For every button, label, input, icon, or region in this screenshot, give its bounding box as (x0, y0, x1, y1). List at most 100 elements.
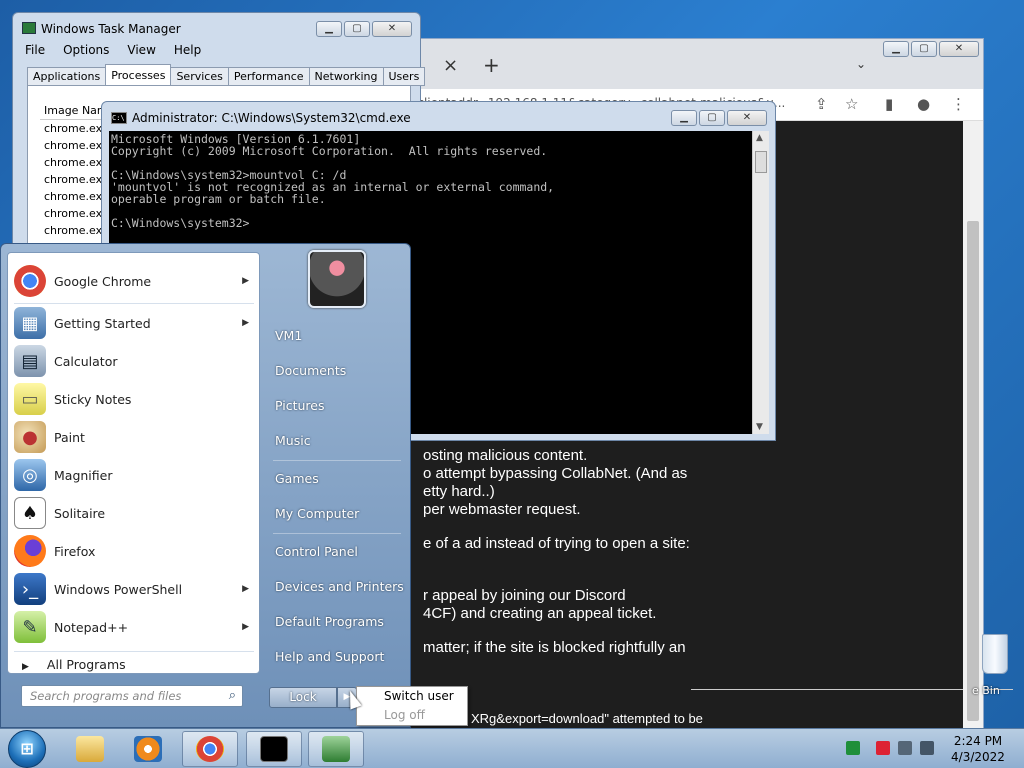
power-options-menu: Switch user Log off (356, 686, 468, 726)
scroll-up-icon[interactable]: ▲ (756, 133, 763, 143)
user-avatar[interactable] (308, 250, 366, 308)
cmd-maximize-button[interactable]: ▢ (699, 110, 725, 126)
task-manager-menu: File Options View Help (25, 43, 201, 57)
new-tab-button[interactable]: + (483, 53, 500, 77)
program-notepad-plus-plus[interactable]: ✎ Notepad++ ▶ (8, 609, 261, 645)
program-calculator[interactable]: ▤ Calculator (8, 343, 261, 379)
music-link[interactable]: Music (275, 433, 311, 448)
cmd-minimize-button[interactable]: ▁ (671, 110, 697, 126)
log-off-item[interactable]: Log off (384, 708, 425, 722)
taskbar-explorer-button[interactable] (62, 731, 118, 767)
program-paint[interactable]: ● Paint (8, 419, 261, 455)
scrollbar-thumb[interactable] (755, 151, 767, 173)
lock-button[interactable]: Lock (269, 687, 337, 708)
system-tray: 2:24 PM 4/3/2022 (818, 729, 1018, 768)
tm-minimize-button[interactable]: ▁ (316, 21, 342, 37)
content-line: 4CF) and creating an appeal ticket. (423, 605, 657, 622)
tm-close-button[interactable]: ✕ (372, 21, 412, 37)
submenu-arrow-icon: ▶ (242, 584, 249, 594)
scroll-down-icon[interactable]: ▼ (756, 422, 763, 432)
program-solitaire[interactable]: ♠ Solitaire (8, 495, 261, 531)
search-icon[interactable]: ⌕ (229, 688, 236, 703)
media-player-icon (134, 736, 162, 762)
tray-flag-icon[interactable] (876, 741, 890, 755)
start-button[interactable]: ⊞ (8, 730, 46, 768)
program-google-chrome[interactable]: Google Chrome ▶ (8, 263, 261, 299)
content-line: XRg&export=download" attempted to be (471, 711, 703, 726)
recycle-bin[interactable]: e Bin (972, 632, 1024, 697)
chrome-minimize-button[interactable]: ▁ (883, 41, 909, 57)
program-firefox[interactable]: Firefox (8, 533, 261, 569)
tab-search-chevron-icon[interactable]: ⌄ (856, 57, 866, 71)
programs-pane: Google Chrome ▶ ▦ Getting Started ▶ ▤ Ca… (7, 252, 260, 674)
calculator-icon: ▤ (14, 345, 46, 377)
program-magnifier[interactable]: ◎ Magnifier (8, 457, 261, 493)
start-menu: Google Chrome ▶ ▦ Getting Started ▶ ▤ Ca… (0, 243, 411, 728)
task-manager-controls: ▁ ▢ ✕ (316, 21, 412, 37)
switch-user-item[interactable]: Switch user (384, 689, 454, 703)
program-sticky-notes[interactable]: ▭ Sticky Notes (8, 381, 261, 417)
tab-networking[interactable]: Networking (308, 67, 384, 86)
all-programs-button[interactable]: ▶ All Programs (22, 657, 126, 672)
user-folder-link[interactable]: VM1 (275, 328, 302, 343)
tab-processes[interactable]: Processes (105, 64, 172, 86)
share-icon[interactable]: ⇪ (815, 95, 828, 113)
chrome-close-button[interactable]: ✕ (939, 41, 979, 57)
clock-time: 2:24 PM (953, 734, 1003, 748)
cmd-icon (260, 736, 288, 762)
search-input[interactable]: Search programs and files ⌕ (21, 685, 243, 707)
program-getting-started[interactable]: ▦ Getting Started ▶ (8, 305, 261, 341)
tm-maximize-button[interactable]: ▢ (344, 21, 370, 37)
task-manager-icon (22, 22, 36, 34)
taskbar-cmd-button[interactable] (246, 731, 302, 767)
menu-options[interactable]: Options (63, 43, 109, 57)
recycle-bin-label: e Bin (972, 684, 1000, 697)
side-panel-icon[interactable]: ▮ (885, 95, 893, 113)
tab-performance[interactable]: Performance (227, 67, 310, 86)
program-label: Google Chrome (54, 273, 152, 289)
documents-link[interactable]: Documents (275, 363, 346, 378)
tab-close-icon[interactable]: × (443, 55, 458, 76)
devices-and-printers-link[interactable]: Devices and Printers (275, 579, 404, 594)
help-and-support-link[interactable]: Help and Support (275, 649, 384, 664)
control-panel-link[interactable]: Control Panel (275, 544, 358, 559)
taskbar-media-player-button[interactable] (120, 731, 176, 767)
program-label: Paint (54, 429, 85, 445)
pictures-link[interactable]: Pictures (275, 398, 325, 413)
default-programs-link[interactable]: Default Programs (275, 614, 384, 629)
program-label: Getting Started (54, 315, 151, 331)
program-label: Windows PowerShell (54, 581, 183, 597)
program-windows-powershell[interactable]: ›_ Windows PowerShell ▶ (8, 571, 261, 607)
chrome-icon (196, 736, 224, 762)
games-link[interactable]: Games (275, 471, 319, 486)
tray-volume-icon[interactable] (920, 741, 934, 755)
content-line: o attempt bypassing CollabNet. (And as (423, 465, 688, 482)
taskbar-task-manager-button[interactable] (308, 731, 364, 767)
chrome-menu-icon[interactable]: ⋮ (951, 95, 966, 113)
tab-applications[interactable]: Applications (27, 67, 107, 86)
tray-network-icon[interactable] (898, 741, 912, 755)
paint-palette-icon: ● (14, 421, 46, 453)
console-scrollbar[interactable]: ▲ ▼ (752, 131, 769, 434)
separator (273, 460, 401, 461)
task-manager-icon (322, 736, 350, 762)
content-line: etty hard..) (423, 483, 495, 500)
program-label: Magnifier (54, 467, 113, 483)
taskbar-clock[interactable]: 2:24 PM 4/3/2022 (938, 733, 1018, 765)
bookmark-star-icon[interactable]: ☆ (845, 95, 858, 113)
profile-avatar-icon[interactable]: ● (917, 95, 930, 113)
menu-file[interactable]: File (25, 43, 45, 57)
tab-users[interactable]: Users (382, 67, 426, 86)
menu-help[interactable]: Help (174, 43, 201, 57)
cmd-close-button[interactable]: ✕ (727, 110, 767, 126)
chrome-maximize-button[interactable]: ▢ (911, 41, 937, 57)
tab-services[interactable]: Services (170, 67, 229, 86)
all-programs-arrow-icon: ▶ (22, 662, 29, 672)
tray-green-icon[interactable] (846, 741, 860, 755)
menu-view[interactable]: View (127, 43, 155, 57)
my-computer-link[interactable]: My Computer (275, 506, 359, 521)
start-menu-right-pane: VM1 Documents Pictures Music Games My Co… (263, 244, 412, 729)
sticky-notes-icon: ▭ (14, 383, 46, 415)
solitaire-card-icon: ♠ (14, 497, 46, 529)
taskbar-chrome-button[interactable] (182, 731, 238, 767)
